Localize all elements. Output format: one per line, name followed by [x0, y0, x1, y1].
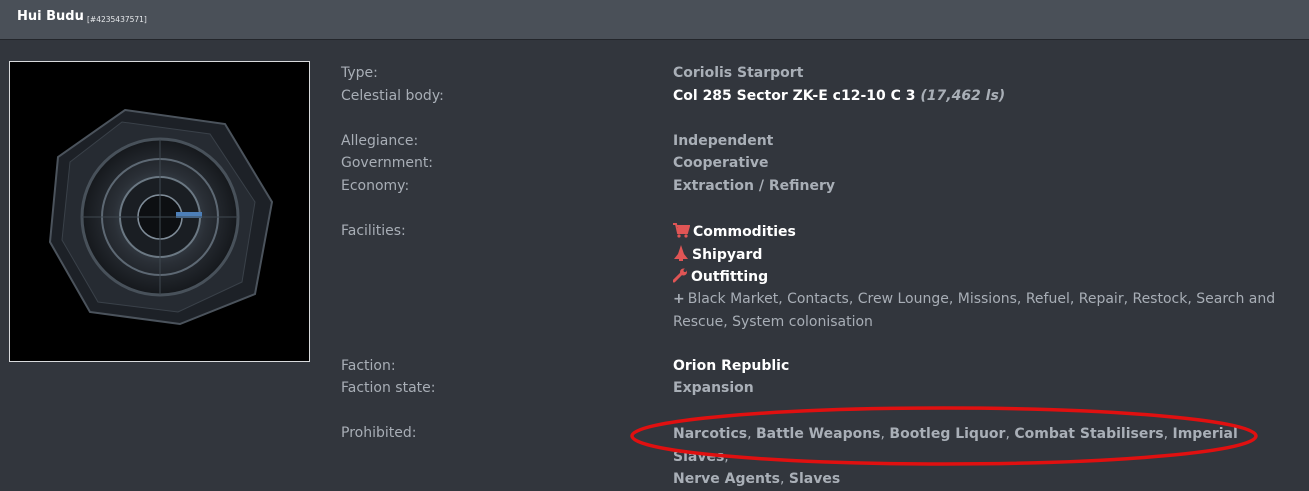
- faction-value[interactable]: Orion Republic: [673, 358, 789, 374]
- wrench-icon: [673, 268, 687, 283]
- title-bar: Hui Budu [#4235437571]: [0, 0, 1309, 40]
- faction-state-label: Faction state:: [341, 380, 436, 396]
- allegiance-value: Independent: [673, 133, 774, 149]
- prohibited-item: Narcotics: [673, 426, 748, 442]
- faction-label: Faction:: [341, 358, 396, 374]
- prohibited-item: Combat Stabilisers: [1014, 426, 1164, 442]
- station-id: [#4235437571]: [87, 15, 147, 24]
- prohibited-item: Slaves: [788, 471, 841, 487]
- economy-label: Economy:: [341, 178, 410, 194]
- celestial-body-label: Celestial body:: [341, 88, 444, 104]
- station-name: Hui Budu: [17, 9, 84, 24]
- prohibited-item: Battle Weapons: [756, 426, 881, 442]
- facility-commodities: Commodities: [673, 223, 796, 240]
- allegiance-label: Allegiance:: [341, 133, 419, 149]
- plus-icon: +: [673, 291, 685, 307]
- economy-value: Extraction / Refinery: [673, 178, 836, 194]
- celestial-body-distance: (17,462 ls): [920, 88, 1006, 104]
- other-services: + Black Market, Contacts, Crew Lounge, Mi…: [673, 288, 1293, 333]
- station-image: [9, 61, 310, 362]
- type-value: Coriolis Starport: [673, 65, 804, 81]
- facility-shipyard: Shipyard: [673, 245, 762, 263]
- celestial-body-value[interactable]: Col 285 Sector ZK-E c12-10 C 3 (17,462 l…: [673, 88, 1005, 104]
- government-label: Government:: [341, 155, 434, 171]
- facility-outfitting: Outfitting: [673, 268, 768, 285]
- faction-state-value: Expansion: [673, 380, 754, 396]
- facility-label: Outfitting: [691, 269, 769, 285]
- type-label: Type:: [341, 65, 378, 81]
- facility-label: Commodities: [693, 224, 796, 240]
- government-value: Cooperative: [673, 155, 769, 171]
- ship-icon: [674, 245, 688, 261]
- prohibited-item: Nerve Agents: [673, 471, 780, 487]
- facilities-label: Facilities:: [341, 223, 406, 239]
- prohibited-label: Prohibited:: [341, 425, 417, 441]
- prohibited-item: Bootleg Liquor: [889, 426, 1006, 442]
- other-services-list: Black Market, Contacts, Crew Lounge, Mis…: [673, 291, 1276, 330]
- shopping-cart-icon: [673, 223, 690, 238]
- celestial-body-name[interactable]: Col 285 Sector ZK-E c12-10 C 3: [673, 88, 916, 104]
- facility-label: Shipyard: [692, 247, 763, 263]
- prohibited-list: Narcotics, Battle Weapons, Bootleg Liquo…: [673, 426, 1238, 487]
